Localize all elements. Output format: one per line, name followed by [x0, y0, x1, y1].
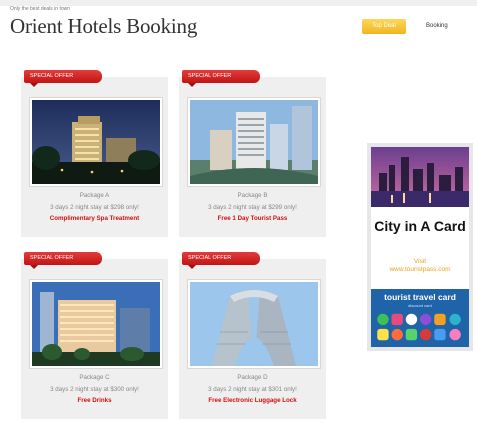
package-description: 3 days 2 night stay at $300 only! [50, 386, 139, 393]
nav-top-deal-button[interactable]: Top Deal [362, 19, 406, 34]
package-name: Package A [79, 192, 110, 199]
ad-visit-label: Visit [413, 258, 427, 265]
package-card-b[interactable]: Package B 3 days 2 night stay at $299 on… [179, 77, 326, 237]
package-description: 3 days 2 night stay at $301 only! [208, 386, 297, 393]
package-description: 3 days 2 night stay at $299 only! [208, 204, 297, 211]
package-b-photo[interactable] [188, 98, 320, 186]
ad-headline: City in A Card [374, 218, 466, 234]
site-tagline: Only the best deals in town [10, 6, 71, 12]
package-a-photo[interactable] [30, 98, 162, 186]
special-offer-ribbon: SPECIAL OFFER [182, 252, 260, 269]
package-name: Package B [237, 192, 268, 199]
hotel-arch-photo [190, 282, 318, 366]
package-card-d[interactable]: Package D 3 days 2 night stay at $301 on… [179, 259, 326, 419]
package-name: Package C [79, 374, 110, 381]
package-perk[interactable]: Free Electronic Luggage Lock [179, 397, 326, 404]
ad-url-link[interactable]: www.touristpass.com [371, 266, 469, 273]
package-card-a[interactable]: Package A 3 days 2 night stay at $298 on… [21, 77, 168, 237]
attraction-icons-row [377, 313, 461, 341]
package-d-photo[interactable] [188, 280, 320, 368]
package-name: Package D [237, 374, 268, 381]
hotel-day-photo [190, 100, 318, 184]
package-card-c[interactable]: Package C 3 days 2 night stay at $300 on… [21, 259, 168, 419]
special-offer-ribbon: SPECIAL OFFER [24, 70, 102, 87]
tourist-card-ad[interactable]: City in A Card Visit www.touristpass.com… [367, 143, 473, 351]
nav-booking-link[interactable]: Booking [426, 23, 448, 29]
package-perk[interactable]: Free Drinks [21, 397, 168, 404]
hotel-dusk-photo [32, 282, 160, 366]
package-perk[interactable]: Complimentary Spa Treatment [21, 215, 168, 222]
ad-text-panel: City in A Card Visit www.touristpass.com [371, 207, 469, 289]
package-description: 3 days 2 night stay at $298 only! [50, 204, 139, 211]
ad-brand-name: tourist travel card [384, 292, 456, 302]
city-skyline-image [371, 147, 469, 207]
ad-brand-panel: tourist travel card discount card [371, 289, 469, 347]
hotel-night-photo [32, 100, 160, 184]
special-offer-ribbon: SPECIAL OFFER [24, 252, 102, 269]
package-c-photo[interactable] [30, 280, 162, 368]
special-offer-ribbon: SPECIAL OFFER [182, 70, 260, 87]
top-strip [0, 0, 477, 6]
site-title[interactable]: Orient Hotels Booking [10, 14, 197, 39]
package-perk[interactable]: Free 1 Day Tourist Pass [179, 215, 326, 222]
ad-city-photo [371, 147, 469, 207]
